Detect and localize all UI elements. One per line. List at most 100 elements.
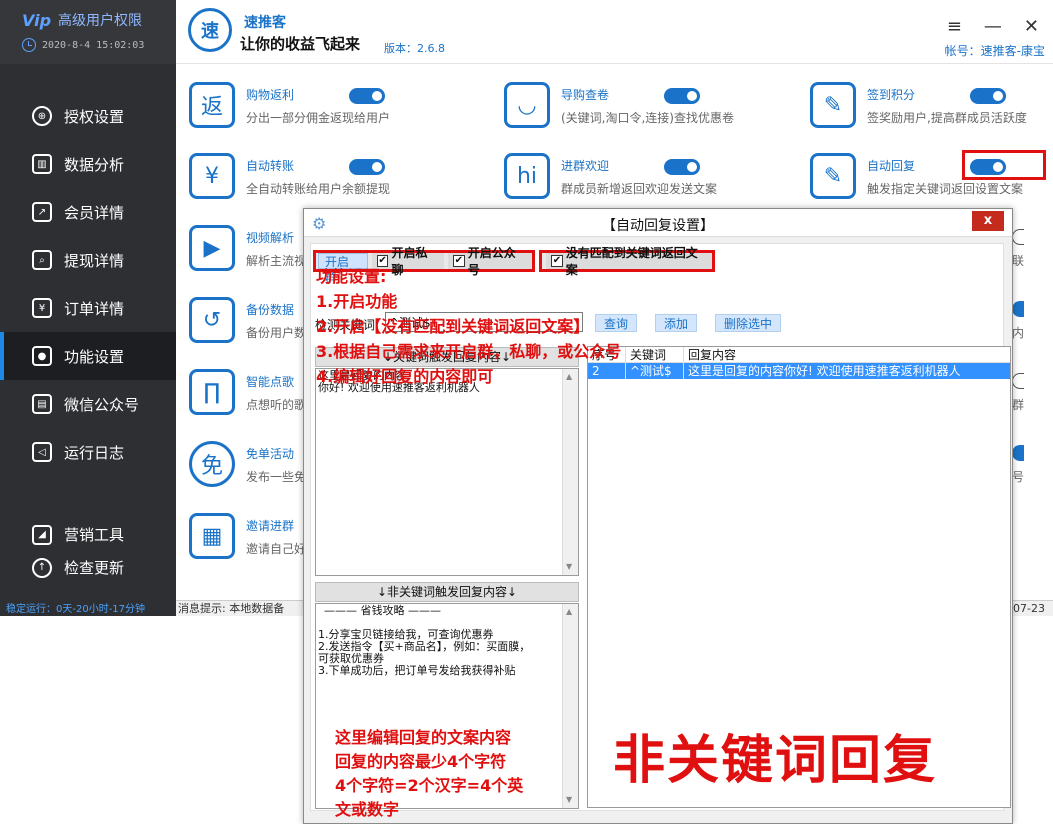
feature-toggle[interactable] xyxy=(1012,229,1024,245)
annotation-line: 1.开启功能 xyxy=(316,292,398,311)
yen-doc-icon: ¥ xyxy=(32,298,52,318)
feature-title: 购物返利 xyxy=(246,88,295,102)
sidebar-item-auth[interactable]: ⊕ 授权设置 xyxy=(0,92,176,140)
feature-desc-fragment: 内 xyxy=(1012,326,1025,340)
sidebar-item-marketing[interactable]: ◢ 营销工具 xyxy=(0,518,176,551)
datetime-text: 2020-8-4 15:02:03 xyxy=(42,39,145,51)
app-logo-icon: 速 xyxy=(188,8,232,52)
account-label: 帐号：速推客-康宝 xyxy=(944,44,1045,58)
vip-logo-icon: Vip xyxy=(22,10,52,30)
keyword-reply-textarea[interactable]: 这里是回复的内容 你好! 欢迎使用速推客返利机器人 xyxy=(315,368,579,576)
music-icon: ∏ xyxy=(189,369,235,415)
window-controls: ≡ — ✕ xyxy=(947,16,1039,37)
feature-title: 签到积分 xyxy=(867,88,916,102)
delete-selected-button[interactable]: 删除选中 xyxy=(715,314,782,332)
wechat-icon: ▤ xyxy=(32,394,52,414)
shopping-bag-icon: ◡ xyxy=(504,82,550,128)
app-header: 速 速推客 让你的收益飞起来 版本：2.6.8 ≡ — ✕ 帐号：速推客-康宝 xyxy=(176,0,1053,64)
feature-title: 备份数据 xyxy=(246,303,295,317)
sidebar-item-members[interactable]: ↗ 会员详情 xyxy=(0,188,176,236)
sidebar-header: Vip 高级用户权限 2020-8-4 15:02:03 xyxy=(0,0,176,64)
feature-desc: 点想听的歌 xyxy=(246,398,307,412)
sidebar: Vip 高级用户权限 2020-8-4 15:02:03 ⊕ 授权设置 ▥ 数据分析… xyxy=(0,0,176,616)
feature-toggle[interactable] xyxy=(1012,301,1024,317)
app-name: 速推客 xyxy=(244,15,286,31)
sidebar-item-analytics[interactable]: ▥ 数据分析 xyxy=(0,140,176,188)
add-button[interactable]: 添加 xyxy=(655,314,698,332)
brand: Vip 高级用户权限 xyxy=(22,10,176,30)
clock-icon xyxy=(22,38,36,52)
sidebar-datetime: 2020-8-4 15:02:03 xyxy=(22,38,176,52)
scrollbar[interactable] xyxy=(562,604,578,808)
status-date: 07-23 xyxy=(1013,602,1045,615)
rebate-icon: 返 xyxy=(189,82,235,128)
app-version: 版本：2.6.8 xyxy=(384,42,445,55)
sidebar-item-label: 营销工具 xyxy=(64,526,125,544)
annotation-line: 4.编辑好回复的内容即可 xyxy=(316,367,494,386)
free-icon: 免 xyxy=(189,441,235,487)
column-header[interactable]: 回复内容 xyxy=(684,347,1004,363)
sidebar-item-label: 微信公众号 xyxy=(64,395,140,414)
close-icon[interactable]: ✕ xyxy=(1024,16,1039,37)
feature-desc: 触发指定关键词返回设置文案 xyxy=(867,182,1024,196)
feature-toggle[interactable] xyxy=(970,88,1006,104)
sidebar-item-label: 数据分析 xyxy=(64,155,125,174)
feature-desc-fragment: 号 xyxy=(1012,470,1025,484)
hi-icon: hi xyxy=(504,153,550,199)
globe-icon: ⊕ xyxy=(32,106,52,126)
dialog-title: 【自动回复设置】 xyxy=(602,218,714,234)
feature-toggle[interactable] xyxy=(1012,373,1024,389)
chart-icon: ▥ xyxy=(32,154,52,174)
sidebar-item-features[interactable]: ● 功能设置 xyxy=(0,332,176,380)
sidebar-bottom-nav: ◢ 营销工具 ↑ 检查更新 xyxy=(0,518,176,584)
minimize-icon[interactable]: — xyxy=(984,16,1002,37)
table-row[interactable]: 2 ^测试$ 这里是回复的内容你好! 欢迎使用速推客返利机器人 xyxy=(588,363,1010,379)
row-reply: 这里是回复的内容你好! 欢迎使用速推客返利机器人 xyxy=(688,364,961,378)
feature-auto-transfer: ¥ 自动转账 全自动转账给用户余额提现 xyxy=(189,153,489,209)
annotation-line: 文或数字 xyxy=(335,800,400,819)
marketing-icon: ◢ xyxy=(32,524,52,545)
textarea-line: ——— 省钱攻略 ——— xyxy=(324,604,441,617)
sidebar-item-label: 功能设置 xyxy=(64,347,125,366)
sidebar-item-label: 检查更新 xyxy=(64,559,125,577)
hint-annotation: 这里编辑回复的文案内容 回复的内容最少4个字符 4个字符=2个汉字=4个英 文或… xyxy=(335,726,523,822)
feature-toggle[interactable] xyxy=(664,159,700,175)
sidebar-item-label: 提现详情 xyxy=(64,251,125,270)
sidebar-item-wechat[interactable]: ▤ 微信公众号 xyxy=(0,380,176,428)
sidebar-item-update[interactable]: ↑ 检查更新 xyxy=(0,551,176,584)
feature-title: 自动回复 xyxy=(867,159,916,173)
feature-toggle[interactable] xyxy=(349,159,385,175)
feature-title: 导购查卷 xyxy=(561,88,610,102)
dialog-titlebar: ⚙ 【自动回复设置】 x xyxy=(304,209,1012,237)
brand-title: 高级用户权限 xyxy=(58,13,142,29)
feature-toggle[interactable] xyxy=(1012,445,1024,461)
annotation-line: 功能设置: xyxy=(316,267,387,286)
feature-toggle[interactable] xyxy=(664,88,700,104)
feature-title: 智能点歌 xyxy=(246,375,295,389)
sidebar-item-label: 订单详情 xyxy=(64,299,125,318)
nonkeyword-reply-header: ↓非关键词触发回复内容↓ xyxy=(315,582,579,602)
feature-checkin-points: ✎ 签到积分 签奖励用户,提高群成员活跃度 xyxy=(810,82,1053,138)
steps-annotation: 功能设置: 1.开启功能 2.开启【没有匹配到关键词返回文案】 3.根据自己需求… xyxy=(316,264,621,389)
dialog-close-button[interactable]: x xyxy=(972,211,1004,231)
sidebar-item-label: 会员详情 xyxy=(64,203,125,222)
row-keyword: ^测试$ xyxy=(626,363,684,379)
feature-desc-fragment: 联 xyxy=(1012,254,1025,268)
textarea-line: 3.下单成功后，把订单号发给我获得补贴 xyxy=(318,664,516,677)
search-icon: ⌕ xyxy=(32,250,52,270)
sidebar-item-orders[interactable]: ¥ 订单详情 xyxy=(0,284,176,332)
sidebar-item-withdraw[interactable]: ⌕ 提现详情 xyxy=(0,236,176,284)
speaker-icon: ◁ xyxy=(32,442,52,462)
feature-title: 邀请进群 xyxy=(246,519,295,533)
sidebar-item-logs[interactable]: ◁ 运行日志 xyxy=(0,428,176,476)
feature-desc: 全自动转账给用户余额提现 xyxy=(246,182,391,196)
app-window: Vip 高级用户权限 2020-8-4 15:02:03 ⊕ 授权设置 ▥ 数据分析… xyxy=(0,0,1053,824)
external-icon: ↗ xyxy=(32,202,52,222)
clipboard-edit-icon: ✎ xyxy=(810,82,856,128)
feature-toggle[interactable] xyxy=(349,88,385,104)
column-header[interactable]: 关键词 xyxy=(626,347,684,363)
menu-icon[interactable]: ≡ xyxy=(947,16,962,37)
qrcode-icon: ▦ xyxy=(189,513,235,559)
scrollbar[interactable] xyxy=(562,369,578,575)
sidebar-item-label: 授权设置 xyxy=(64,107,125,126)
